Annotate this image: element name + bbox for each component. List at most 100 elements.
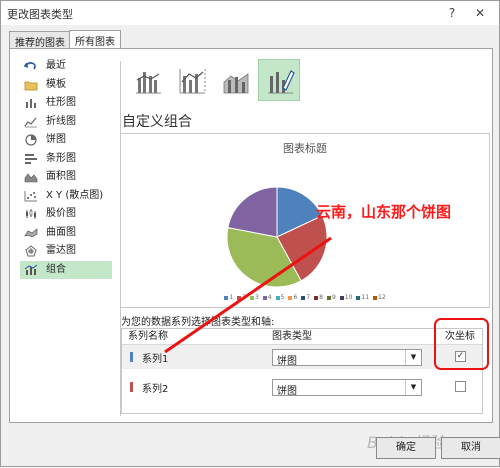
legend-swatch [356, 295, 361, 300]
help-icon[interactable]: ? [441, 4, 463, 22]
category-label: 组合 [46, 263, 66, 275]
category-item-stock[interactable]: 股价图 [20, 205, 112, 224]
folder-icon [24, 81, 38, 90]
pie-chart-icon [25, 134, 37, 146]
change-chart-type-dialog: 更改图表类型 ? ✕ 推荐的图表 所有图表 最近 模板 柱形图 折线图 饼图 条… [0, 0, 500, 467]
legend-entry: 4 [262, 294, 272, 301]
close-icon[interactable]: ✕ [469, 4, 491, 22]
annotation-text: 云南，山东那个饼图 [316, 203, 452, 221]
tab-all-charts[interactable]: 所有图表 [69, 30, 121, 50]
category-label: 面积图 [46, 171, 76, 182]
category-label: 最近 [46, 60, 66, 71]
category-label: 股价图 [46, 208, 76, 219]
stacked-area-column-icon[interactable] [214, 59, 256, 101]
legend-label: 1 [229, 294, 234, 301]
chevron-down-icon[interactable]: ▼ [405, 380, 421, 395]
chart-legend: 1 2 3 4 5 6 7 8 9 10 11 12 [121, 294, 489, 301]
chart-type-value: 饼图 [277, 386, 297, 397]
cancel-button[interactable]: 取消 [441, 437, 500, 459]
legend-entry: 11 [356, 294, 369, 301]
legend-entry: 3 [249, 294, 259, 301]
category-label: 模板 [46, 78, 66, 90]
legend-entry: 10 [339, 294, 353, 301]
legend-entry: 6 [288, 294, 297, 301]
chart-type-value: 饼图 [277, 356, 297, 367]
legend-swatch [326, 295, 331, 300]
series-table-caption: 为您的数据系列选择图表类型和轴: [121, 317, 275, 328]
secondary-axis-highlight [434, 318, 489, 370]
legend-entry: 7 [301, 294, 310, 301]
ok-button[interactable]: 确定 [376, 437, 436, 459]
legend-label: 6 [293, 294, 298, 301]
legend-entry: 8 [314, 294, 323, 301]
chart-type-dropdown[interactable]: 饼图 ▼ [272, 349, 422, 367]
category-item-area[interactable]: 面积图 [20, 168, 112, 187]
legend-entry: 9 [326, 294, 336, 301]
cluster-column-line-icon[interactable] [126, 59, 168, 101]
chevron-down-icon[interactable]: ▼ [405, 350, 421, 365]
legend-label: 5 [280, 294, 285, 301]
category-item-combo[interactable]: 组合 [20, 260, 112, 279]
cluster-column-line-secondary-icon[interactable] [170, 59, 212, 101]
legend-label: 11 [361, 294, 370, 301]
custom-combo-heading: 自定义组合 [122, 114, 192, 130]
header-chart-type: 图表类型 [272, 331, 312, 342]
scatter-chart-icon [24, 190, 37, 201]
legend-swatch [373, 295, 378, 300]
header-series-name: 系列名称 [128, 331, 168, 342]
category-item-scatter[interactable]: X Y (散点图) [20, 187, 112, 206]
legend-swatch [249, 295, 254, 300]
category-label: 条形图 [46, 152, 76, 164]
stock-chart-icon [26, 209, 36, 219]
category-item-recent[interactable]: 最近 [20, 57, 112, 76]
series-name: 系列2 [142, 384, 169, 395]
column-chart-icon [26, 99, 36, 108]
category-label: 折线图 [46, 115, 76, 127]
legend-swatch [275, 295, 280, 300]
series-table: 系列名称 图表类型 次坐标轴 系列1 饼图 ▼ ✓ 系列2 饼图 ▼ [121, 328, 483, 414]
series-row: 系列1 饼图 ▼ ✓ [122, 345, 482, 369]
category-label: 饼图 [46, 134, 66, 145]
legend-entry: 1 [224, 294, 233, 301]
bar-chart-icon [25, 153, 37, 164]
legend-swatch [224, 295, 229, 300]
series-color-swatch [130, 352, 133, 362]
legend-entry: 2 [237, 294, 246, 301]
category-item-radar[interactable]: 雷达图 [20, 242, 112, 261]
category-label: 雷达图 [46, 245, 76, 256]
legend-entry: 12 [373, 294, 386, 301]
series-row: 系列2 饼图 ▼ [122, 375, 482, 399]
pie-slice [227, 186, 278, 238]
secondary-axis-checkbox[interactable] [455, 381, 466, 392]
surface-chart-icon [24, 227, 38, 237]
category-item-bar[interactable]: 条形图 [20, 150, 112, 169]
category-item-line[interactable]: 折线图 [20, 113, 112, 132]
legend-label: 10 [344, 294, 353, 301]
legend-swatch [314, 295, 319, 300]
legend-swatch [262, 295, 267, 300]
line-chart-icon [24, 117, 37, 127]
custom-combo-icon[interactable] [258, 59, 300, 101]
category-item-templates[interactable]: 模板 [20, 76, 112, 95]
chart-type-dropdown[interactable]: 饼图 ▼ [272, 379, 422, 397]
legend-label: 12 [378, 294, 386, 301]
legend-label: 2 [242, 294, 246, 301]
category-item-pie[interactable]: 饼图 [20, 131, 112, 150]
legend-swatch [288, 295, 293, 300]
legend-label: 3 [254, 294, 259, 301]
title-bar: 更改图表类型 ? ✕ [1, 1, 499, 25]
dialog-title: 更改图表类型 [7, 8, 73, 21]
combo-subtype-strip [126, 59, 306, 103]
legend-label: 9 [331, 294, 336, 301]
legend-label: 8 [319, 294, 323, 301]
radar-chart-icon [25, 245, 37, 257]
category-item-surface[interactable]: 曲面图 [20, 224, 112, 243]
category-label: X Y (散点图) [46, 189, 104, 201]
legend-swatch [339, 295, 344, 300]
series-name: 系列1 [142, 354, 169, 365]
chart-category-list: 最近 模板 柱形图 折线图 饼图 条形图 面积图 X Y (散点图) 股价图 曲… [20, 57, 112, 279]
category-item-column[interactable]: 柱形图 [20, 94, 112, 113]
legend-swatch [237, 295, 242, 300]
area-chart-icon [24, 173, 38, 183]
tab-recommended-charts[interactable]: 推荐的图表 [9, 31, 71, 49]
